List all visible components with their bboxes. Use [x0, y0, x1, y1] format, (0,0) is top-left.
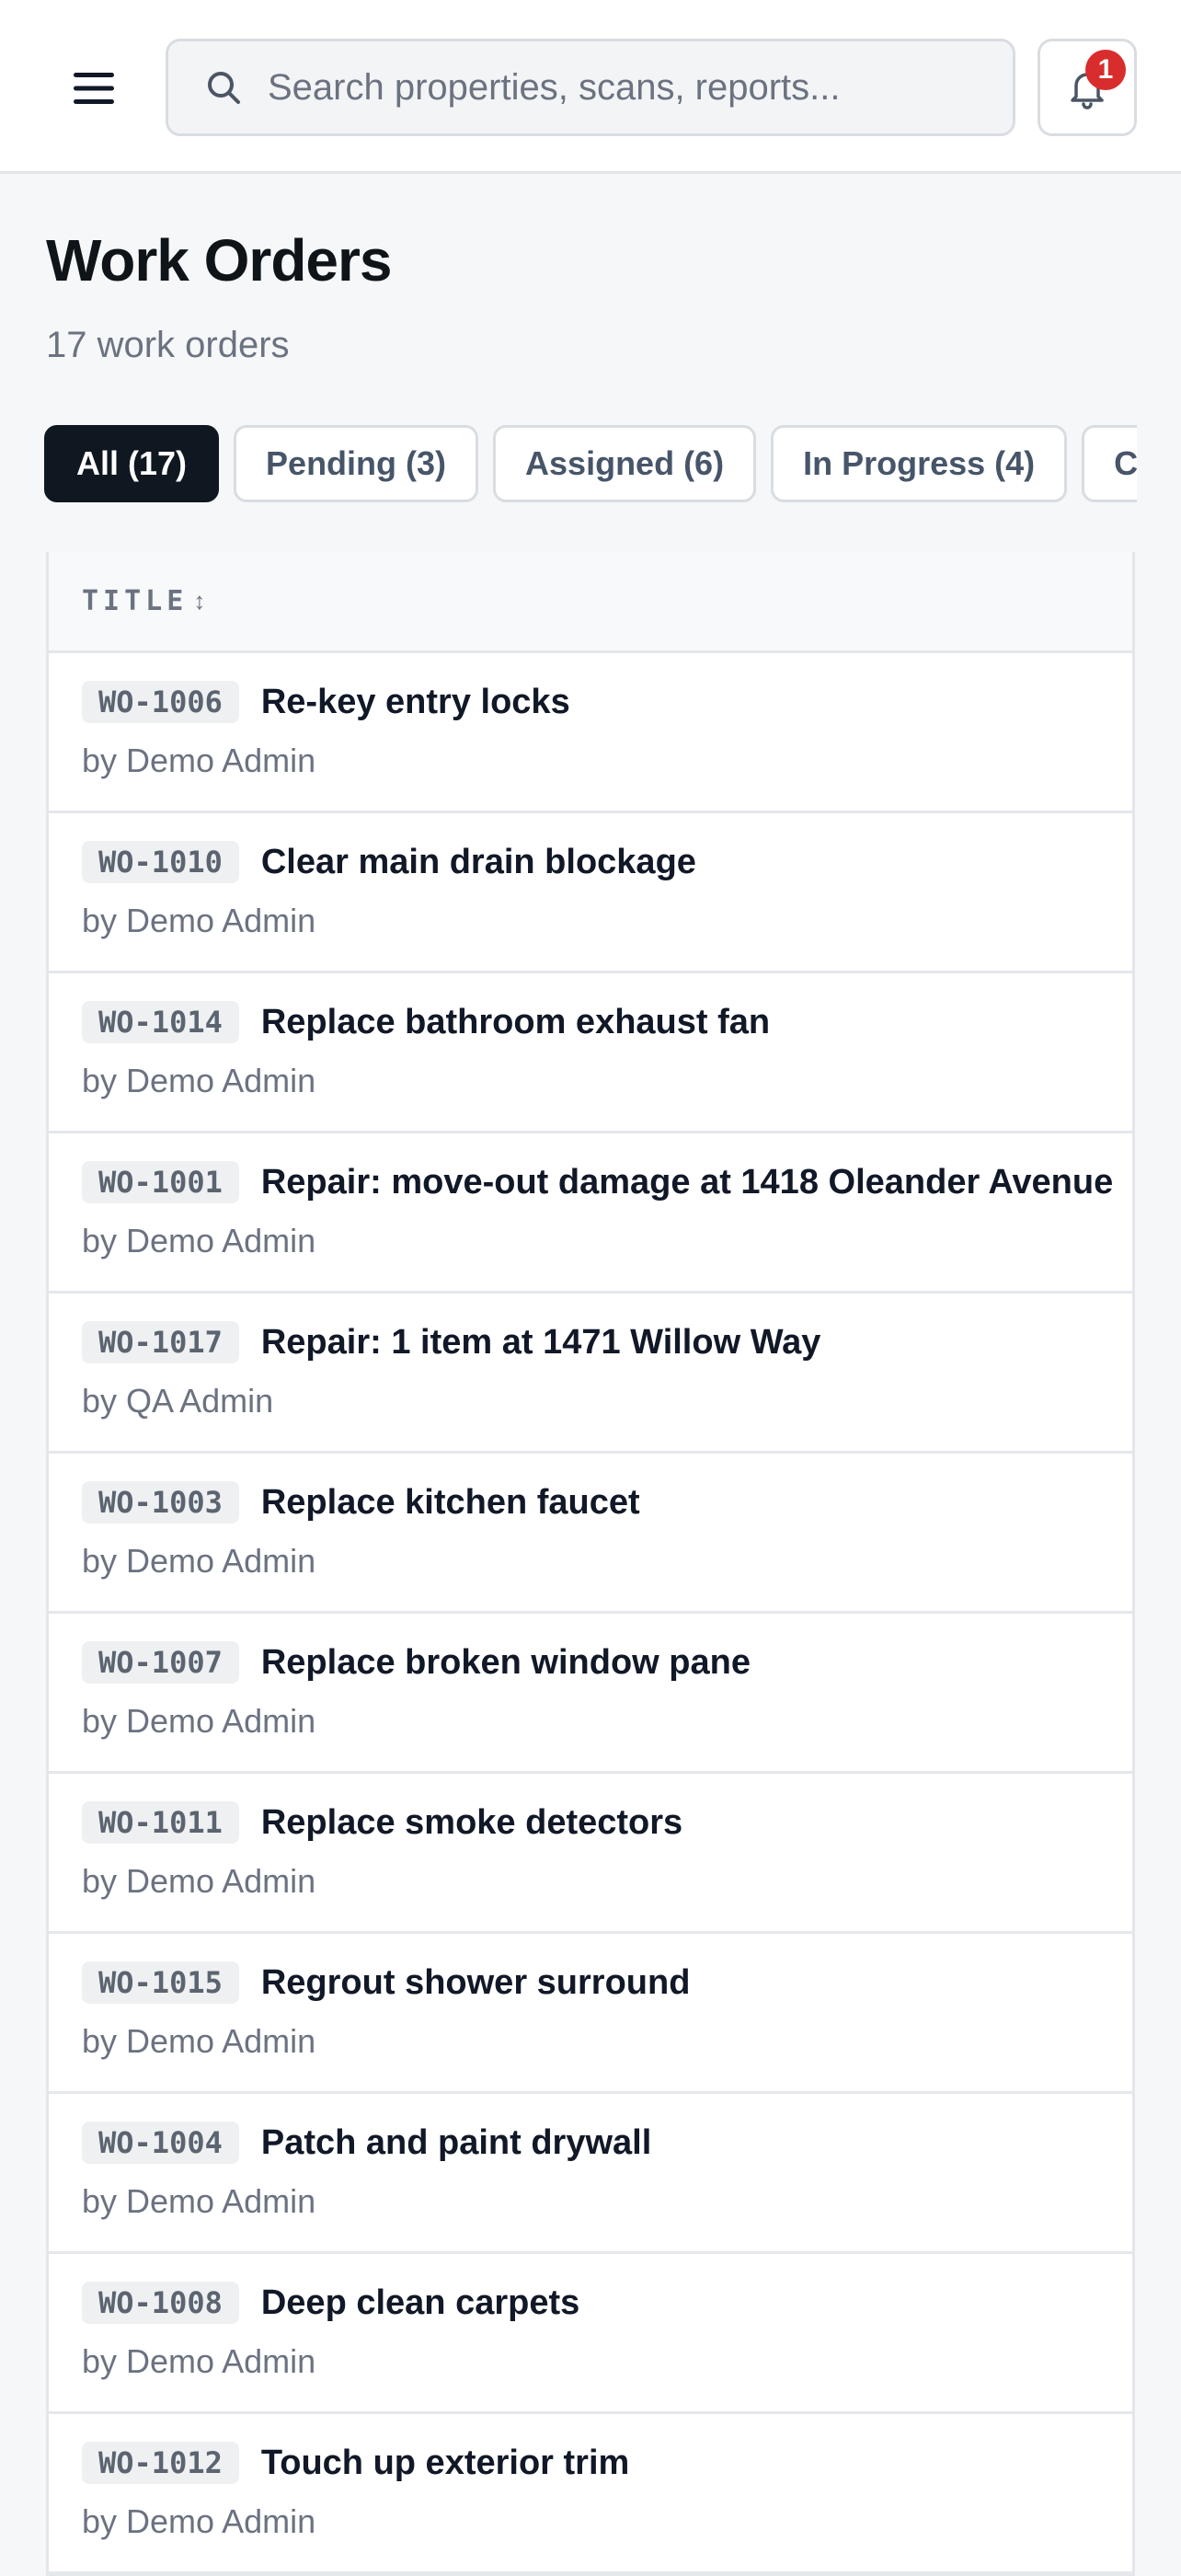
work-order-author: by QA Admin	[82, 1382, 274, 1420]
work-order-author: by Demo Admin	[82, 1542, 316, 1580]
work-order-author: by Demo Admin	[82, 2502, 316, 2540]
work-order-id: WO-1012	[82, 2442, 239, 2484]
work-order-author: by Demo Admin	[82, 1702, 316, 1740]
tab-in-progress[interactable]: In Progress (4)	[771, 425, 1068, 502]
work-order-title[interactable]: Regrout shower surround	[261, 1963, 691, 2003]
work-order-author: by Demo Admin	[82, 742, 316, 779]
work-order-title[interactable]: Repair: move-out damage at 1418 Oleander…	[261, 1163, 1113, 1202]
sort-icon[interactable]: ↕	[193, 587, 205, 615]
work-order-author: by Demo Admin	[82, 1222, 316, 1259]
tab-pending[interactable]: Pending (3)	[234, 425, 479, 502]
tab-all[interactable]: All (17)	[44, 425, 220, 502]
notifications-button[interactable]	[1038, 39, 1137, 136]
work-order-title[interactable]: Patch and paint drywall	[261, 2123, 651, 2163]
work-order-author: by Demo Admin	[82, 1062, 316, 1099]
work-order-id: WO-1004	[82, 2122, 239, 2164]
work-order-author: by Demo Admin	[82, 2022, 316, 2060]
work-order-title[interactable]: Replace broken window pane	[261, 1643, 751, 1683]
table-row[interactable]: WO-1008 Deep clean carpets by Demo Admin	[49, 2254, 1132, 2414]
table-row[interactable]: WO-1004 Patch and paint drywall by Demo A…	[49, 2094, 1132, 2254]
search-input[interactable]	[266, 65, 969, 109]
work-order-id: WO-1015	[82, 1961, 239, 2004]
work-order-id: WO-1007	[82, 1641, 239, 1684]
work-order-id: WO-1008	[82, 2282, 239, 2324]
table-header: TITLE ↕	[49, 552, 1132, 653]
work-order-id: WO-1011	[82, 1801, 239, 1844]
table-row[interactable]: WO-1017 Repair: 1 item at 1471 Willow Way…	[49, 1294, 1132, 1454]
work-orders-table: TITLE ↕ WO-1006 Re-key entry locks by Dem…	[46, 552, 1135, 2576]
hamburger-menu-icon	[74, 73, 114, 104]
work-order-id: WO-1001	[82, 1161, 239, 1203]
work-order-title[interactable]: Clear main drain blockage	[261, 843, 696, 882]
table-row[interactable]: WO-1007 Replace broken window pane by Dem…	[49, 1614, 1132, 1774]
menu-button[interactable]	[57, 55, 131, 121]
work-order-id: WO-1014	[82, 1001, 239, 1043]
work-order-title[interactable]: Re-key entry locks	[261, 683, 570, 722]
work-order-author: by Demo Admin	[82, 2342, 316, 2380]
table-row[interactable]: WO-1014 Replace bathroom exhaust fan by D…	[49, 973, 1132, 1133]
table-row[interactable]: WO-1011 Replace smoke detectors by Demo A…	[49, 1774, 1132, 1934]
work-order-id: WO-1003	[82, 1481, 239, 1524]
status-filter-tabs: All (17) Pending (3) Assigned (6) In Progre…	[44, 425, 1137, 502]
work-order-author: by Demo Admin	[82, 1862, 316, 1900]
table-row[interactable]: WO-1010 Clear main drain blockage by Demo…	[49, 813, 1132, 973]
work-order-title[interactable]: Replace smoke detectors	[261, 1803, 682, 1843]
work-order-id: WO-1010	[82, 841, 239, 883]
table-row[interactable]: WO-1006 Re-key entry locks by Demo Admin	[49, 653, 1132, 813]
work-order-title[interactable]: Touch up exterior trim	[261, 2444, 629, 2483]
table-row[interactable]: WO-1003 Replace kitchen faucet by Demo Ad…	[49, 1454, 1132, 1614]
work-order-title[interactable]: Repair: 1 item at 1471 Willow Way	[261, 1323, 821, 1363]
notification-count-badge: 1	[1085, 50, 1126, 90]
top-bar: 1	[0, 0, 1181, 174]
work-order-author: by Demo Admin	[82, 902, 316, 939]
work-order-title[interactable]: Deep clean carpets	[261, 2283, 579, 2323]
tab-assigned[interactable]: Assigned (6)	[493, 425, 757, 502]
search-bar[interactable]	[166, 39, 1015, 136]
search-icon	[203, 67, 244, 108]
work-order-title[interactable]: Replace bathroom exhaust fan	[261, 1003, 770, 1042]
work-order-id: WO-1017	[82, 1321, 239, 1363]
work-order-title[interactable]: Replace kitchen faucet	[261, 1483, 640, 1523]
column-header-title[interactable]: TITLE	[82, 585, 188, 617]
table-row[interactable]: WO-1015 Regrout shower surround by Demo A…	[49, 1934, 1132, 2094]
work-order-count: 17 work orders	[46, 325, 290, 365]
table-row[interactable]: WO-1012 Touch up exterior trim by Demo Ad…	[49, 2414, 1132, 2574]
work-order-id: WO-1006	[82, 681, 239, 723]
work-order-author: by Demo Admin	[82, 2182, 316, 2220]
table-row[interactable]: WO-1001 Repair: move-out damage at 1418 O…	[49, 1133, 1132, 1294]
page-title: Work Orders	[46, 227, 392, 293]
tab-completed[interactable]: Co	[1082, 425, 1137, 502]
